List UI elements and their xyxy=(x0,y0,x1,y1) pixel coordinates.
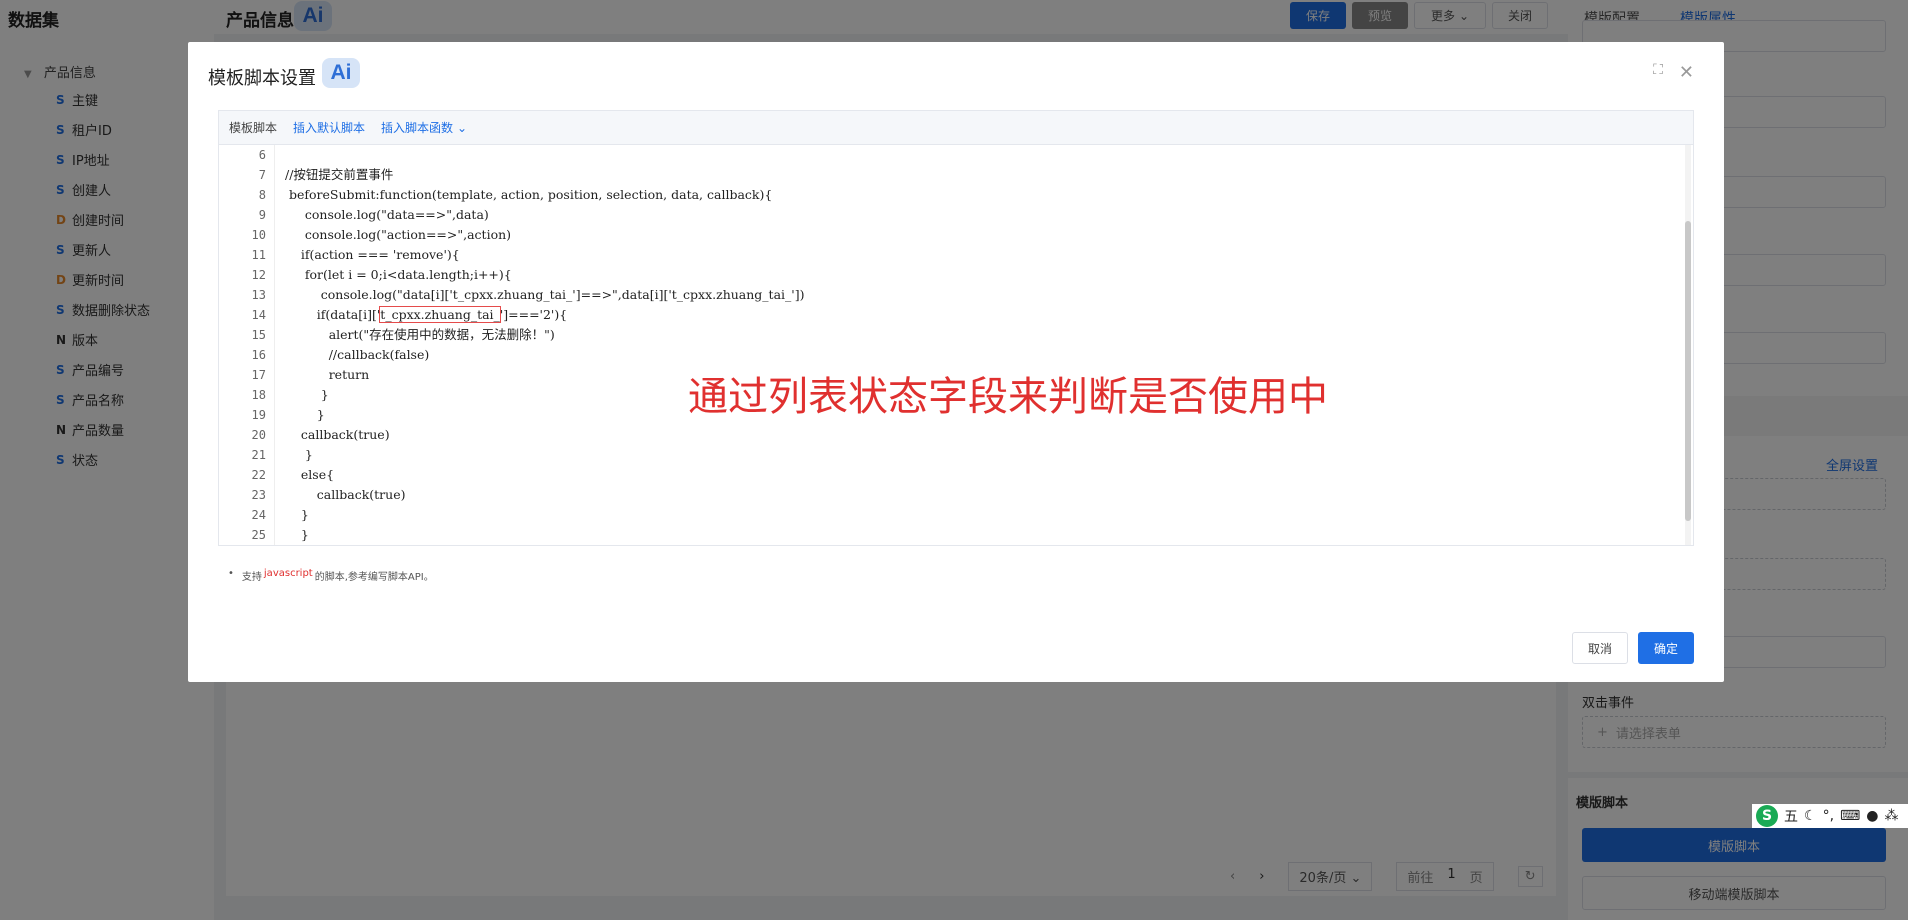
line-number: 23 xyxy=(251,488,266,502)
line-number: 19 xyxy=(251,408,266,422)
code-line[interactable]: callback(true) xyxy=(275,485,1673,505)
moon-icon[interactable]: ☾ xyxy=(1804,808,1817,824)
code-line[interactable]: console.log("action==>",action) xyxy=(275,225,1673,245)
line-number: 7 xyxy=(258,168,266,182)
tip-prefix: 支持 xyxy=(241,572,262,583)
line-number: 11 xyxy=(251,248,266,262)
code-area[interactable]: //按钮提交前置事件 beforeSubmit:function(templat… xyxy=(275,145,1673,545)
ime-toolbar[interactable]: S 五 ☾ °, ⌨ ● ⁂ xyxy=(1752,804,1908,828)
tip-javascript: javascript xyxy=(263,568,313,579)
line-number: 9 xyxy=(258,208,266,222)
scrollbar-thumb[interactable] xyxy=(1685,221,1691,521)
punctuation-icon[interactable]: °, xyxy=(1823,808,1834,824)
insert-script-function-label: 插入脚本函数 xyxy=(381,121,454,135)
line-number: 24 xyxy=(251,508,266,522)
highlighted-field: t_cpxx.zhuang_tai_ xyxy=(379,306,501,323)
code-line[interactable]: if(data[i]['t_cpxx.zhuang_tai_']==='2'){ xyxy=(275,305,1673,325)
editor-toolbar: 模板脚本 插入默认脚本 插入脚本函数 ⌄ xyxy=(219,111,1693,145)
code-line[interactable]: //callback(false) xyxy=(275,345,1673,365)
help-tip: • 支持 javascript 的脚本,参考编写脚本API。 xyxy=(228,568,434,583)
dialog-controls: ⛶ ✕ xyxy=(1653,62,1694,83)
code-line[interactable]: } xyxy=(275,505,1673,525)
close-icon[interactable]: ✕ xyxy=(1679,62,1694,83)
line-number: 18 xyxy=(251,388,266,402)
code-editor[interactable]: 模板脚本 插入默认脚本 插入脚本函数 ⌄ 6 7 8 9 10 11 12 13 14 15 16 1… xyxy=(218,110,1694,546)
code-line[interactable]: console.log("data[i]['t_cpxx.zhuang_tai_… xyxy=(275,285,1673,305)
grid-icon[interactable]: ⁂ xyxy=(1884,808,1898,824)
template-script-dialog: 模板脚本设置 Ai ⛶ ✕ 模板脚本 插入默认脚本 插入脚本函数 ⌄ 6 7 8 9 1… xyxy=(188,42,1724,682)
line-number: 25 xyxy=(251,528,266,542)
line-number: 10 xyxy=(251,228,266,242)
ime-logo-icon[interactable]: S xyxy=(1756,805,1778,827)
dialog-title-text: 模板脚本设置 xyxy=(208,68,316,89)
line-number: 21 xyxy=(251,448,266,462)
dialog-title: 模板脚本设置 xyxy=(208,64,316,90)
fullscreen-icon[interactable]: ⛶ xyxy=(1653,62,1663,83)
confirm-button[interactable]: 确定 xyxy=(1638,632,1694,664)
line-number: 13 xyxy=(251,288,266,302)
line-number: 14 xyxy=(251,308,266,322)
code-line[interactable]: console.log("data==>",data) xyxy=(275,205,1673,225)
cancel-button[interactable]: 取消 xyxy=(1572,632,1628,664)
keyboard-icon[interactable]: ⌨ xyxy=(1840,808,1860,824)
code-line[interactable]: for(let i = 0;i<data.length;i++){ xyxy=(275,265,1673,285)
line-number: 20 xyxy=(251,428,266,442)
code-line[interactable]: else{ xyxy=(275,465,1673,485)
line-number: 12 xyxy=(251,268,266,282)
user-icon[interactable]: ● xyxy=(1866,808,1878,824)
code-line[interactable]: //按钮提交前置事件 xyxy=(275,165,1673,185)
annotation-text: 通过列表状态字段来判断是否使用中 xyxy=(688,374,1328,420)
bullet: • xyxy=(228,568,234,579)
code-line[interactable]: beforeSubmit:function(template, action, … xyxy=(275,185,1673,205)
code-line[interactable]: callback(true) xyxy=(275,425,1673,445)
code-line[interactable]: alert("存在使用中的数据，无法删除！") xyxy=(275,325,1673,345)
line-number-gutter: 6 7 8 9 10 11 12 13 14 15 16 17 18 19 20 21 22 23 24 25 xyxy=(219,145,275,545)
insert-default-script-link[interactable]: 插入默认脚本 xyxy=(293,119,365,136)
code-line[interactable] xyxy=(275,145,1673,165)
line-number: 8 xyxy=(258,188,266,202)
line-number: 15 xyxy=(251,328,266,342)
code-line[interactable]: } xyxy=(275,445,1673,465)
tip-suffix: 的脚本,参考编写脚本API。 xyxy=(314,572,434,583)
chevron-down-icon: ⌄ xyxy=(457,120,468,135)
code-line[interactable]: } xyxy=(275,525,1673,545)
line-number: 6 xyxy=(258,148,266,162)
line-number: 16 xyxy=(251,348,266,362)
editor-label: 模板脚本 xyxy=(229,121,278,135)
editor-scrollbar[interactable] xyxy=(1685,145,1691,545)
code-line[interactable]: if(action === 'remove'){ xyxy=(275,245,1673,265)
ai-assistant-icon[interactable]: Ai xyxy=(322,58,360,88)
line-number: 17 xyxy=(251,368,266,382)
insert-script-function-dropdown[interactable]: 插入脚本函数 ⌄ xyxy=(381,119,467,136)
line-number: 22 xyxy=(251,468,266,482)
ime-mode[interactable]: 五 xyxy=(1784,806,1798,826)
